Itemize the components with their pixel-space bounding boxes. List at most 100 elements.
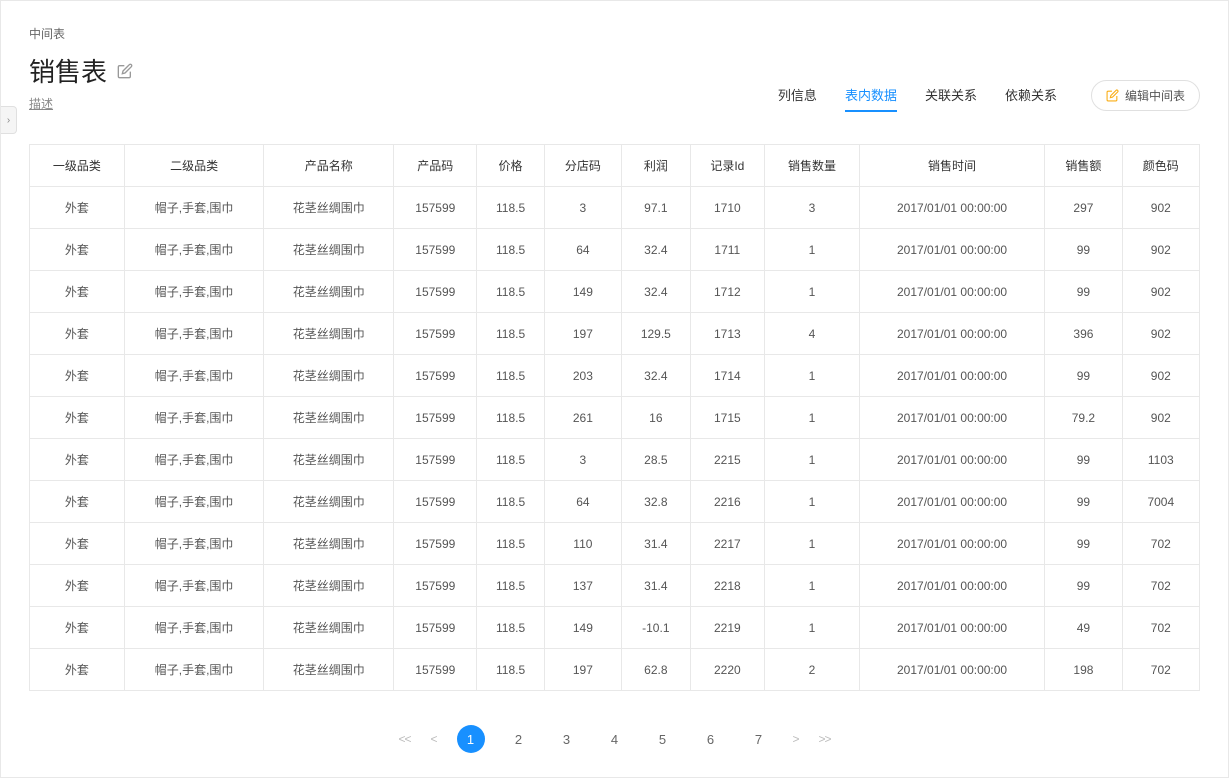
- table-cell: 902: [1122, 271, 1199, 313]
- table-row: 外套帽子,手套,围巾花茎丝绸围巾157599118.520332.4171412…: [30, 355, 1200, 397]
- pagination-first[interactable]: <<: [398, 732, 410, 746]
- table-cell: 62.8: [622, 649, 691, 691]
- pagination: << < 1234567 > >>: [1, 701, 1228, 777]
- table-cell: 32.8: [622, 481, 691, 523]
- table-cell: 1: [765, 607, 860, 649]
- tab-columns[interactable]: 列信息: [778, 79, 817, 112]
- table-cell: 帽子,手套,围巾: [124, 313, 264, 355]
- table-row: 外套帽子,手套,围巾花茎丝绸围巾157599118.5397.117103201…: [30, 187, 1200, 229]
- table-cell: 32.4: [622, 229, 691, 271]
- table-cell: 157599: [394, 313, 477, 355]
- column-header: 记录Id: [690, 145, 764, 187]
- table-cell: 118.5: [477, 397, 544, 439]
- table-cell: 花茎丝绸围巾: [264, 355, 394, 397]
- table-cell: 2220: [690, 649, 764, 691]
- tab-data[interactable]: 表内数据: [845, 79, 897, 112]
- table-cell: 118.5: [477, 523, 544, 565]
- table-cell: 外套: [30, 397, 125, 439]
- table-cell: 157599: [394, 229, 477, 271]
- table-cell: 902: [1122, 313, 1199, 355]
- table-cell: 帽子,手套,围巾: [124, 187, 264, 229]
- table-cell: 2017/01/01 00:00:00: [859, 481, 1044, 523]
- pagination-prev[interactable]: <: [430, 732, 436, 746]
- pagination-page[interactable]: 6: [697, 725, 725, 753]
- table-cell: 203: [544, 355, 621, 397]
- table-cell: 1710: [690, 187, 764, 229]
- pagination-next[interactable]: >: [793, 732, 799, 746]
- tab-dependencies[interactable]: 依赖关系: [1005, 79, 1057, 112]
- table-cell: 99: [1045, 271, 1122, 313]
- table-cell: 157599: [394, 607, 477, 649]
- table-cell: 2017/01/01 00:00:00: [859, 397, 1044, 439]
- table-cell: 2: [765, 649, 860, 691]
- table-cell: 198: [1045, 649, 1122, 691]
- table-cell: 外套: [30, 607, 125, 649]
- table-cell: 帽子,手套,围巾: [124, 397, 264, 439]
- table-cell: 帽子,手套,围巾: [124, 523, 264, 565]
- table-cell: 157599: [394, 271, 477, 313]
- pagination-page[interactable]: 2: [505, 725, 533, 753]
- column-header: 销售额: [1045, 145, 1122, 187]
- table-cell: 2218: [690, 565, 764, 607]
- pagination-page[interactable]: 1: [457, 725, 485, 753]
- table-cell: 396: [1045, 313, 1122, 355]
- table-cell: 花茎丝绸围巾: [264, 187, 394, 229]
- edit-table-button[interactable]: 编辑中间表: [1091, 80, 1200, 111]
- table-cell: 1712: [690, 271, 764, 313]
- table-row: 外套帽子,手套,围巾花茎丝绸围巾157599118.519762.8222022…: [30, 649, 1200, 691]
- table-cell: 149: [544, 607, 621, 649]
- table-cell: 99: [1045, 355, 1122, 397]
- sidebar-collapse-toggle[interactable]: ›: [1, 106, 17, 134]
- table-cell: 118.5: [477, 649, 544, 691]
- table-cell: 2017/01/01 00:00:00: [859, 313, 1044, 355]
- pagination-page[interactable]: 5: [649, 725, 677, 753]
- edit-title-icon[interactable]: [117, 63, 133, 79]
- table-cell: 129.5: [622, 313, 691, 355]
- table-cell: 帽子,手套,围巾: [124, 439, 264, 481]
- table-cell: 花茎丝绸围巾: [264, 229, 394, 271]
- table-cell: 外套: [30, 523, 125, 565]
- table-cell: 157599: [394, 187, 477, 229]
- column-header: 二级品类: [124, 145, 264, 187]
- table-cell: 2219: [690, 607, 764, 649]
- description-link[interactable]: 描述: [29, 95, 133, 112]
- table-cell: 外套: [30, 271, 125, 313]
- table-cell: 16: [622, 397, 691, 439]
- table-cell: 99: [1045, 565, 1122, 607]
- table-cell: 花茎丝绸围巾: [264, 523, 394, 565]
- pagination-last[interactable]: >>: [819, 732, 831, 746]
- tab-relations[interactable]: 关联关系: [925, 79, 977, 112]
- table-cell: 97.1: [622, 187, 691, 229]
- chevron-right-icon: ›: [7, 115, 10, 126]
- table-cell: 31.4: [622, 565, 691, 607]
- table-cell: 1103: [1122, 439, 1199, 481]
- table-cell: 261: [544, 397, 621, 439]
- table-cell: 902: [1122, 229, 1199, 271]
- pagination-page[interactable]: 7: [745, 725, 773, 753]
- table-row: 外套帽子,手套,围巾花茎丝绸围巾157599118.513731.4221812…: [30, 565, 1200, 607]
- pagination-page[interactable]: 3: [553, 725, 581, 753]
- table-cell: 149: [544, 271, 621, 313]
- pagination-page[interactable]: 4: [601, 725, 629, 753]
- table-cell: 118.5: [477, 229, 544, 271]
- table-cell: 花茎丝绸围巾: [264, 481, 394, 523]
- page-title: 销售表: [29, 52, 107, 89]
- table-cell: 702: [1122, 607, 1199, 649]
- table-cell: 118.5: [477, 271, 544, 313]
- table-cell: 花茎丝绸围巾: [264, 439, 394, 481]
- column-header: 价格: [477, 145, 544, 187]
- table-cell: 帽子,手套,围巾: [124, 355, 264, 397]
- table-cell: 118.5: [477, 439, 544, 481]
- table-cell: 197: [544, 649, 621, 691]
- table-cell: 118.5: [477, 607, 544, 649]
- table-cell: 外套: [30, 355, 125, 397]
- table-cell: 902: [1122, 187, 1199, 229]
- table-cell: 花茎丝绸围巾: [264, 649, 394, 691]
- table-cell: 118.5: [477, 355, 544, 397]
- table-cell: 外套: [30, 649, 125, 691]
- table-cell: 外套: [30, 187, 125, 229]
- table-row: 外套帽子,手套,围巾花茎丝绸围巾157599118.514932.4171212…: [30, 271, 1200, 313]
- table-cell: 157599: [394, 649, 477, 691]
- table-cell: 118.5: [477, 187, 544, 229]
- table-cell: 2215: [690, 439, 764, 481]
